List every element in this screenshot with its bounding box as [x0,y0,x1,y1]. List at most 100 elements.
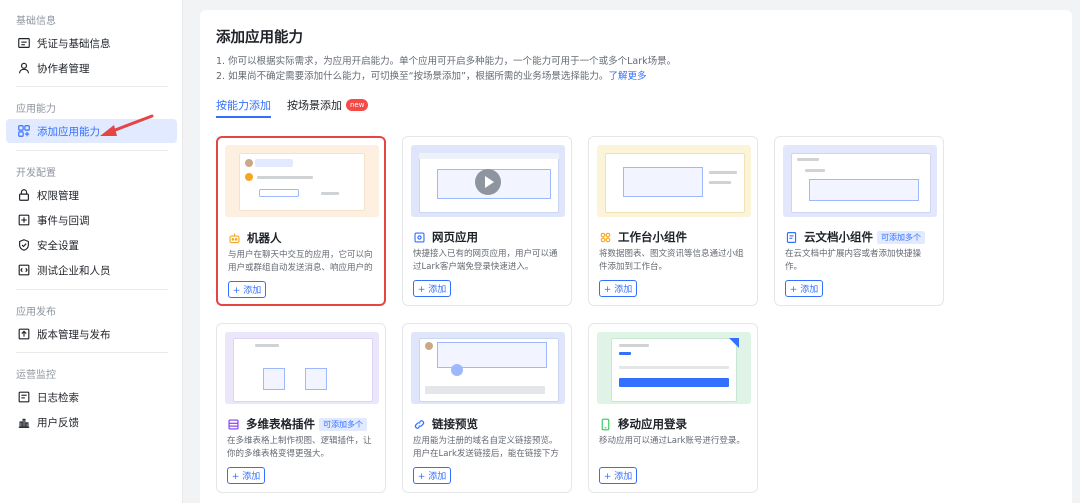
capability-card-base-plugin[interactable]: 多维表格插件 可添加多个 在多维表格上制作视图、逻辑插件，让你的多维表格变得更强大… [216,323,386,493]
card-title: 链接预览 [413,416,478,432]
add-link-preview-button[interactable]: + 添加 [413,467,451,484]
sidebar-item-credentials[interactable]: 凭证与基础信息 [6,31,177,55]
sidebar-item-release[interactable]: 版本管理与发布 [6,322,177,346]
card-title: 云文档小组件 可添加多个 [785,229,925,245]
add-doc-widget-button[interactable]: + 添加 [785,280,823,297]
table-icon [227,418,240,431]
sidebar-item-permissions[interactable]: 权限管理 [6,183,177,207]
user-icon [17,61,31,75]
card-title: 移动应用登录 [599,416,687,432]
sidebar-item-security[interactable]: 安全设置 [6,233,177,257]
lock-icon [17,188,31,202]
add-web-app-button[interactable]: + 添加 [413,280,451,297]
sidebar-item-collaborators[interactable]: 协作者管理 [6,56,177,80]
card-title: 网页应用 [413,229,478,245]
card-title-text: 工作台小组件 [618,230,687,244]
card-description: 在多维表格上制作视图、逻辑插件，让你的多维表格变得更强大。 [227,436,372,459]
divider [16,352,168,353]
sidebar-section-title: 运营监控 [16,370,56,381]
sidebar-item-label: 权限管理 [37,189,79,202]
card-description: 应用能为注册的域名自定义链接预览。用户在Lark发送链接后，能在链接下方展示 [413,436,559,459]
capability-card-web-app[interactable]: 网页应用 快捷接入已有的网页应用，用户可以通过Lark客户端免登录快速进入。 +… [402,136,572,306]
sidebar-item-label: 版本管理与发布 [37,328,111,341]
description-line-2: 2. 如果尚不确定需要添加什么能力，可切换至“按场景添加”，根据所需的业务场景选… [216,68,646,82]
shield-icon [17,238,31,252]
card-title: 多维表格插件 可添加多个 [227,416,367,432]
chart-icon [17,415,31,429]
capability-card-link-preview[interactable]: 链接预览 应用能为注册的域名自定义链接预览。用户在Lark发送链接后，能在链接下… [402,323,572,493]
card-title-text: 机器人 [247,231,282,245]
link-icon [413,418,426,431]
card-description: 将数据图表、图文资讯等信息通过小组件添加到工作台。 [599,249,744,272]
annotation-arrow-icon [100,114,154,136]
upload-icon [17,327,31,341]
page-title: 添加应用能力 [216,30,303,46]
card-description: 移动应用可以通过Lark账号进行登录。 [599,436,745,446]
robot-icon [228,232,241,245]
sidebar-section-title: 应用能力 [16,104,56,115]
add-workplace-widget-button[interactable]: + 添加 [599,280,637,297]
sidebar-item-label: 日志检索 [37,391,79,404]
sidebar-section-title: 基础信息 [16,16,56,27]
card-thumbnail [225,332,379,404]
add-robot-button[interactable]: + 添加 [228,281,266,298]
log-icon [17,390,31,404]
card-thumbnail [225,145,379,217]
doc-icon [785,231,798,244]
card-description: 在云文档中扩展内容或者添加快捷操作。 [785,249,922,272]
description-text: 2. 如果尚不确定需要添加什么能力，可切换至“按场景添加”，根据所需的业务场景选… [216,71,609,82]
card-title-text: 云文档小组件 [804,230,873,244]
tab-label: 按场景添加 [287,99,342,112]
apps-add-icon [17,124,31,138]
sidebar-item-label: 用户反馈 [37,416,79,429]
web-icon [413,231,426,244]
card-thumbnail [411,332,565,404]
sidebar-section-title: 开发配置 [16,168,56,179]
sidebar-item-label: 安全设置 [37,239,79,252]
card-title-text: 移动应用登录 [618,417,687,431]
new-badge: new [346,99,369,111]
card-thumbnail [597,332,751,404]
add-base-plugin-button[interactable]: + 添加 [227,467,265,484]
sidebar-item-label: 凭证与基础信息 [37,37,111,50]
card-title-text: 链接预览 [432,417,478,431]
card-title-text: 多维表格插件 [246,417,315,431]
sidebar-item-events[interactable]: 事件与回调 [6,208,177,232]
divider [16,86,168,87]
event-icon [17,213,31,227]
capability-card-doc-widget[interactable]: 云文档小组件 可添加多个 在云文档中扩展内容或者添加快捷操作。 + 添加 [774,136,944,306]
tab-by-capability[interactable]: 按能力添加 [216,96,271,126]
id-card-icon [17,36,31,50]
tab-label: 按能力添加 [216,99,271,112]
sidebar: 基础信息 凭证与基础信息 协作者管理 应用能力 添加应用能力 开发配置 权限管理… [0,0,183,503]
card-thumbnail [783,145,937,217]
card-title-text: 网页应用 [432,230,478,244]
tab-by-scenario[interactable]: 按场景添加 new [287,96,369,126]
sidebar-item-label: 添加应用能力 [37,125,100,138]
multiple-badge: 可添加多个 [877,230,925,244]
tab-bar: 按能力添加 按场景添加 new [216,96,384,126]
play-icon [475,169,501,195]
widget-icon [599,231,612,244]
main-panel: 添加应用能力 1. 你可以根据实际需求，为应用开启能力。单个应用可开启多种能力，… [200,10,1072,503]
learn-more-link[interactable]: 了解更多 [608,71,646,82]
sidebar-item-label: 协作者管理 [37,62,90,75]
sidebar-item-test-users[interactable]: 测试企业和人员 [6,258,177,282]
card-thumbnail [411,145,565,217]
capability-card-workplace-widget[interactable]: 工作台小组件 将数据图表、图文资讯等信息通过小组件添加到工作台。 + 添加 [588,136,758,306]
sidebar-item-label: 测试企业和人员 [37,264,111,277]
sidebar-item-label: 事件与回调 [37,214,90,227]
add-mobile-login-button[interactable]: + 添加 [599,467,637,484]
sidebar-item-logs[interactable]: 日志检索 [6,385,177,409]
capability-card-robot[interactable]: 机器人 与用户在聊天中交互的应用，它可以向用户或群组自动发送消息、响应用户的消息… [216,136,386,306]
card-description: 与用户在聊天中交互的应用，它可以向用户或群组自动发送消息、响应用户的消息 [228,250,373,273]
divider [16,150,168,151]
card-thumbnail [597,145,751,217]
sidebar-item-feedback[interactable]: 用户反馈 [6,410,177,434]
card-title: 工作台小组件 [599,229,687,245]
mobile-icon [599,418,612,431]
divider [16,289,168,290]
capability-card-mobile-login[interactable]: 移动应用登录 移动应用可以通过Lark账号进行登录。 + 添加 [588,323,758,493]
test-icon [17,263,31,277]
sidebar-section-title: 应用发布 [16,307,56,318]
